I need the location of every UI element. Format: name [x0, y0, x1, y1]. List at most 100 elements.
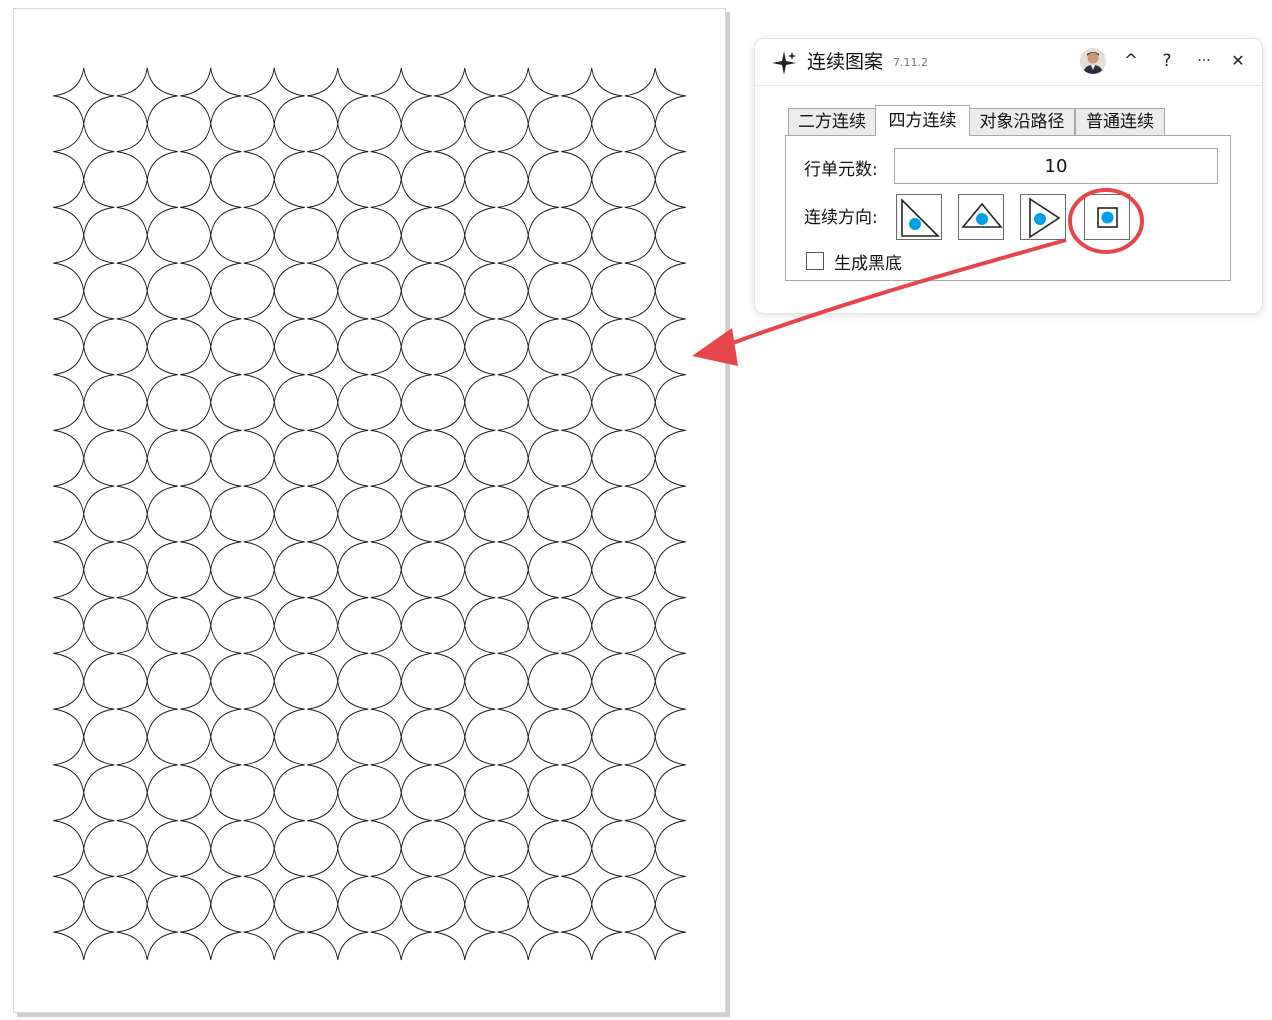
star-motif — [561, 681, 623, 738]
star-motif — [243, 67, 305, 124]
star-motif — [624, 346, 686, 403]
star-motif — [53, 67, 115, 124]
row-units-input[interactable] — [894, 148, 1218, 184]
pattern-tile — [370, 290, 432, 403]
star-motif — [53, 904, 115, 961]
star-motif — [434, 792, 496, 849]
version-label: 7.11.2 — [893, 56, 928, 69]
star-motif — [624, 290, 686, 347]
star-motif — [307, 402, 369, 459]
star-motif — [307, 736, 369, 793]
tab-along-path[interactable]: 对象沿路径 — [969, 108, 1075, 135]
pattern-tile — [180, 625, 242, 738]
star-motif — [116, 402, 178, 459]
star-motif — [180, 290, 242, 347]
close-button[interactable]: ✕ — [1225, 49, 1251, 73]
pattern-tile — [243, 513, 305, 626]
help-button[interactable]: ? — [1154, 49, 1180, 73]
star-motif — [53, 179, 115, 236]
star-motif — [116, 123, 178, 180]
star-motif — [624, 179, 686, 236]
four-way-tab-content: 行单元数: 连续方向: — [785, 135, 1231, 281]
star-motif — [370, 569, 432, 626]
star-motif — [434, 179, 496, 236]
star-motif — [180, 792, 242, 849]
pattern-tile — [497, 67, 559, 180]
tab-two-way[interactable]: 二方连续 — [788, 108, 876, 135]
star-motif — [180, 625, 242, 682]
star-motif — [180, 67, 242, 124]
direction-diagonal-button[interactable] — [896, 194, 942, 240]
pattern-tile — [624, 179, 686, 292]
star-motif — [243, 625, 305, 682]
star-motif — [370, 123, 432, 180]
pattern-tile — [307, 290, 369, 403]
star-motif — [307, 848, 369, 905]
pattern-tile — [624, 625, 686, 738]
black-background-checkbox[interactable] — [806, 252, 824, 270]
star-motif — [116, 513, 178, 570]
star-motif — [116, 625, 178, 682]
star-motif — [497, 290, 559, 347]
star-motif — [497, 402, 559, 459]
document-page — [13, 8, 726, 1013]
title-divider — [755, 85, 1262, 86]
star-motif — [116, 848, 178, 905]
star-motif — [307, 235, 369, 292]
pattern-tile — [53, 67, 115, 180]
star-motif — [434, 346, 496, 403]
star-motif — [497, 346, 559, 403]
star-motif — [561, 569, 623, 626]
tab-normal[interactable]: 普通连续 — [1075, 108, 1165, 135]
star-motif — [116, 290, 178, 347]
avatar[interactable] — [1080, 48, 1106, 74]
pattern-tile — [434, 513, 496, 626]
star-motif — [243, 123, 305, 180]
direction-right-button[interactable] — [1020, 194, 1066, 240]
star-motif — [624, 681, 686, 738]
star-motif — [53, 402, 115, 459]
star-motif — [53, 346, 115, 403]
star-motif — [561, 904, 623, 961]
star-motif — [53, 848, 115, 905]
star-motif — [116, 736, 178, 793]
pattern-tile — [307, 179, 369, 292]
star-motif — [116, 235, 178, 292]
pattern-tile — [307, 625, 369, 738]
star-motif — [434, 123, 496, 180]
star-motif — [307, 792, 369, 849]
star-motif — [370, 681, 432, 738]
star-motif — [53, 458, 115, 515]
pattern-tile — [434, 736, 496, 849]
pattern-tile — [243, 848, 305, 961]
pattern-tile — [180, 402, 242, 515]
star-motif — [624, 67, 686, 124]
pattern-tile — [307, 736, 369, 849]
direction-square-button[interactable] — [1084, 194, 1130, 240]
panel-titlebar: 连续图案 7.11.2 ^ ? ··· ✕ — [755, 39, 1262, 85]
star-motif — [307, 625, 369, 682]
pattern-tile — [53, 290, 115, 403]
star-motif — [53, 290, 115, 347]
pattern-tile — [116, 67, 178, 180]
star-motif — [497, 67, 559, 124]
star-motif — [180, 179, 242, 236]
star-motif — [624, 904, 686, 961]
tab-four-way[interactable]: 四方连续 — [875, 105, 970, 136]
star-motif — [53, 625, 115, 682]
pattern-tile — [180, 736, 242, 849]
pattern-tile — [180, 848, 242, 961]
star-motif — [243, 402, 305, 459]
pattern-tile — [434, 402, 496, 515]
collapse-button[interactable]: ^ — [1118, 49, 1144, 73]
star-motif — [307, 681, 369, 738]
star-motif — [243, 346, 305, 403]
star-motif — [561, 736, 623, 793]
pattern-tile — [497, 290, 559, 403]
pattern-tile — [561, 67, 623, 180]
star-motif — [243, 848, 305, 905]
more-button[interactable]: ··· — [1191, 49, 1217, 73]
pattern-tile — [116, 290, 178, 403]
direction-up-button[interactable] — [958, 194, 1004, 240]
star-motif — [624, 513, 686, 570]
